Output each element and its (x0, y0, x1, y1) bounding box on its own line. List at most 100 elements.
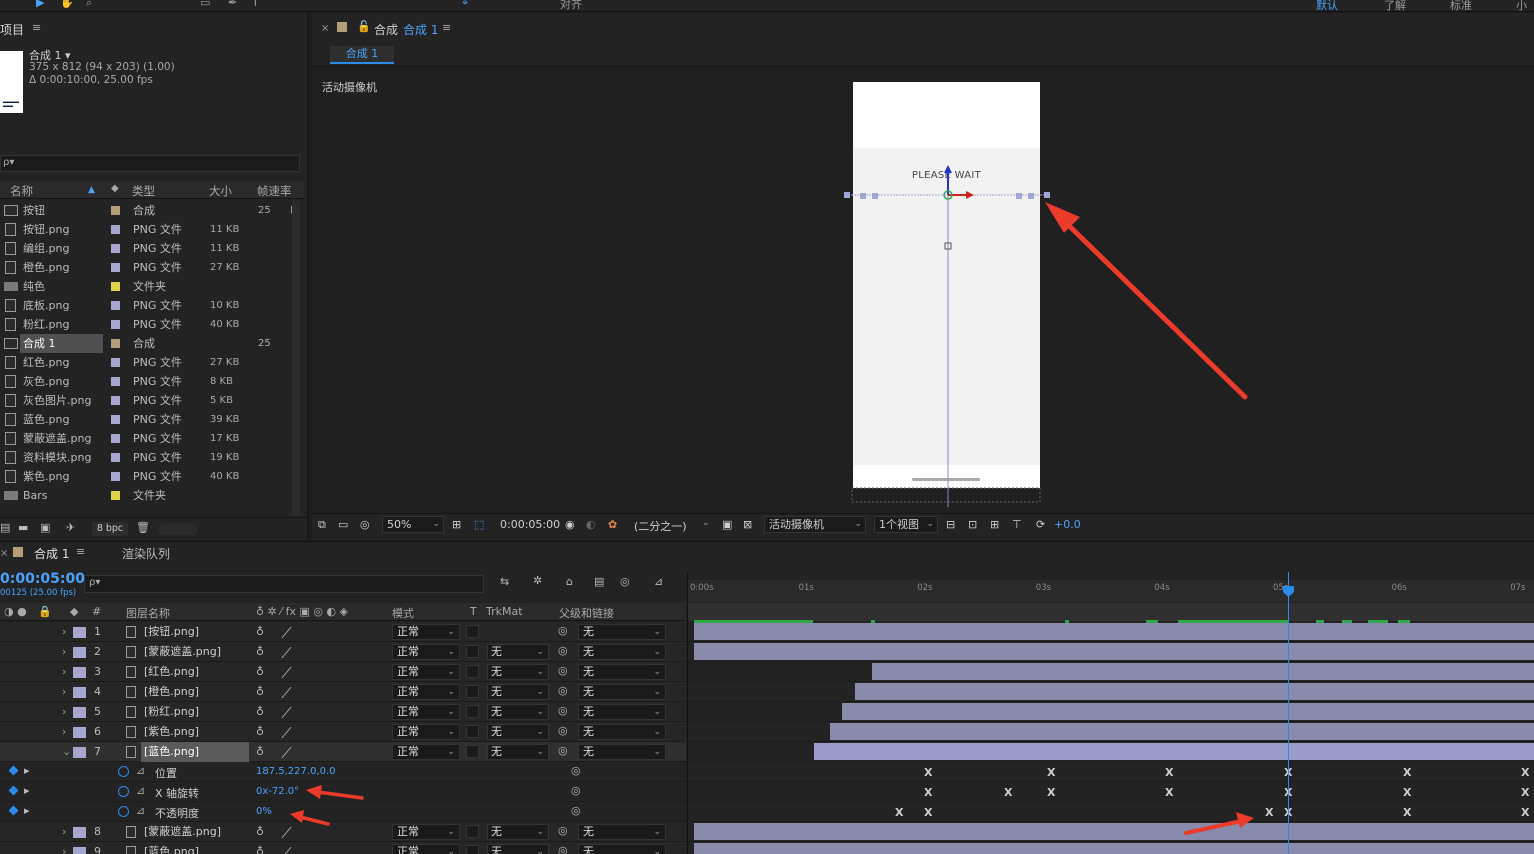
keyframe[interactable]: X (924, 766, 932, 779)
comp-viewer[interactable]: 活动摄像机 PLEASE WAIT (312, 67, 1534, 513)
layer-bar-fill[interactable] (842, 703, 1534, 720)
property-row[interactable]: ▸ ⊿ 位置 187.5,227.0,0.0 ◎ (0, 762, 686, 782)
parent-select[interactable]: 无 ⌄ (578, 724, 666, 740)
layer-duration-bar[interactable] (688, 662, 1534, 682)
shy-layers-icon[interactable]: ⌂ (566, 575, 573, 588)
property-keyframe-track[interactable]: XXXXXX (688, 762, 1534, 782)
workspace-small[interactable]: 小 (1516, 0, 1527, 11)
chevron-right-icon[interactable]: › (62, 645, 66, 658)
shy-switch-icon[interactable]: ♁ (256, 665, 264, 678)
preserve-transparency-checkbox[interactable] (466, 705, 479, 718)
label-color-swatch[interactable] (111, 358, 120, 367)
parent-select[interactable]: 无 ⌄ (578, 824, 666, 840)
workspace-standard[interactable]: 标准 (1450, 0, 1472, 11)
property-keyframe-track[interactable]: XXXXXXX (688, 782, 1534, 802)
layer-mode-select[interactable]: 正常 ⌄ (392, 624, 460, 640)
layer-mode-select[interactable]: 正常 ⌄ (392, 724, 460, 740)
shy-switch-icon[interactable]: ♁ (256, 705, 264, 718)
layer-row[interactable]: › 1 [按钮.png] ♁ 正常 ⌄ ◎ 无 ⌄ (0, 622, 686, 642)
label-tag-icon[interactable]: ◆ (111, 183, 119, 194)
layer-bar-fill[interactable] (871, 663, 1534, 680)
expression-pick-whip-icon[interactable]: ◎ (571, 764, 581, 777)
keyframe[interactable]: X (1521, 766, 1529, 779)
fast-preview-icon[interactable]: ⊡ (968, 518, 977, 531)
shy-switch-icon[interactable]: ♁ (256, 725, 264, 738)
property-row[interactable]: ▸ ⊿ 不透明度 0% ◎ (0, 802, 686, 822)
layer-row[interactable]: › 8 [蒙蔽遮盖.png] ♁ 正常 ⌄ 无 ⌄ ◎ 无 ⌄ (0, 822, 686, 842)
timeline-current-time[interactable]: 0:00:05:00 (0, 571, 85, 587)
interpret-footage-icon[interactable]: ▤ (0, 521, 10, 534)
text-tool-icon[interactable]: T (252, 0, 259, 9)
chevron-right-icon[interactable]: › (62, 665, 66, 678)
next-keyframe-icon[interactable]: ▸ (24, 764, 30, 777)
pick-whip-icon[interactable]: ◎ (558, 744, 568, 757)
quality-switch-icon[interactable] (281, 827, 302, 838)
pick-whip-icon[interactable]: ◎ (558, 824, 568, 837)
layer-row[interactable]: › 9 [蓝色.png] ♁ 正常 ⌄ 无 ⌄ ◎ 无 ⌄ (0, 842, 686, 854)
preserve-transparency-checkbox[interactable] (466, 745, 479, 758)
trkmat-select[interactable]: 无 ⌄ (487, 744, 549, 760)
panel-menu-icon[interactable]: ≡ (442, 21, 451, 34)
timeline-graph[interactable]: 0:00s 01s 02s 03s 04s 05s 06s 07s XXXXXXXXXXXXX… (687, 572, 1534, 854)
project-item[interactable]: 纯色 文件夹 (0, 277, 290, 296)
layer-label-color[interactable] (73, 667, 86, 678)
trkmat-select[interactable]: 无 ⌄ (487, 664, 549, 680)
render-icon[interactable]: ✈ (66, 521, 75, 534)
layer-row[interactable]: › 2 [蒙蔽遮盖.png] ♁ 正常 ⌄ 无 ⌄ ◎ 无 ⌄ (0, 642, 686, 662)
pen-tool-icon[interactable]: ✒ (228, 0, 237, 9)
layer-duration-bar[interactable] (688, 642, 1534, 662)
project-item[interactable]: 合成 1 合成 25 (0, 334, 290, 353)
graph-icon[interactable]: ⊿ (136, 764, 145, 777)
layer-label-color[interactable] (73, 707, 86, 718)
reset-exposure-icon[interactable]: ⟳ (1036, 518, 1045, 531)
project-item[interactable]: 按钮 合成 25 (0, 201, 290, 220)
layer-name[interactable]: [蓝色.png] (141, 742, 249, 762)
project-item[interactable]: Bars 文件夹 (0, 486, 290, 505)
layer-mode-select[interactable]: 正常 ⌄ (392, 684, 460, 700)
property-row[interactable]: ▸ ⊿ X 轴旋转 0x-72.0° ◎ (0, 782, 686, 802)
pick-whip-icon[interactable]: ◎ (558, 704, 568, 717)
chevron-right-icon[interactable]: › (62, 705, 66, 718)
preserve-transparency-checkbox[interactable] (466, 685, 479, 698)
exposure-value[interactable]: +0.0 (1054, 518, 1081, 531)
preserve-transparency-checkbox[interactable] (466, 645, 479, 658)
view-layout-select[interactable]: 1个视图 ⌄ (874, 516, 938, 533)
layer-duration-bar[interactable] (688, 842, 1534, 854)
layer-label-color[interactable] (73, 627, 86, 638)
keyframe[interactable]: X (1004, 786, 1012, 799)
chevron-down-icon[interactable]: ⌄ (62, 745, 71, 758)
layer-duration-bar[interactable] (688, 822, 1534, 842)
sort-ascending-icon[interactable]: ▲ (88, 185, 95, 195)
show-snapshot-icon[interactable]: ◐ (586, 518, 596, 531)
layer-bar-fill[interactable] (694, 643, 1534, 660)
label-color-swatch[interactable] (111, 491, 120, 500)
label-color-swatch[interactable] (111, 377, 120, 386)
parent-select[interactable]: 无 ⌄ (578, 664, 666, 680)
current-time-indicator[interactable] (1288, 572, 1289, 854)
trkmat-select[interactable]: 无 ⌄ (487, 684, 549, 700)
transparency-grid-icon[interactable]: ▣ (722, 518, 732, 531)
layer-bar-fill[interactable] (694, 823, 1534, 840)
property-keyframe-track[interactable]: XXXXXX (688, 802, 1534, 822)
chevron-right-icon[interactable]: › (62, 685, 66, 698)
layer-label-color[interactable] (73, 747, 86, 758)
keyframe-navigator-icon[interactable] (8, 805, 19, 816)
keyframe[interactable]: X (895, 806, 903, 819)
timeline-icon[interactable]: ⊞ (990, 518, 999, 531)
label-color-swatch[interactable] (111, 244, 120, 253)
layer-row[interactable]: › 6 [紫色.png] ♁ 正常 ⌄ 无 ⌄ ◎ 无 ⌄ (0, 722, 686, 742)
layer-name[interactable]: [蒙蔽遮盖.png] (141, 642, 249, 662)
graph-icon[interactable]: ⊿ (136, 804, 145, 817)
thumbnail-slider[interactable] (158, 523, 198, 535)
3d-view-icon[interactable]: ⊠ (743, 518, 752, 531)
layer-duration-bar[interactable] (688, 682, 1534, 702)
pick-whip-icon[interactable]: ◎ (558, 684, 568, 697)
flowchart-icon[interactable]: ⊤ (1012, 518, 1022, 531)
workspace-learn[interactable]: 了解 (1384, 0, 1406, 11)
layer-mode-select[interactable]: 正常 ⌄ (392, 844, 460, 854)
panel-menu-icon[interactable]: ≡ (76, 545, 85, 558)
timeline-search-input[interactable]: ρ▾ (84, 575, 484, 593)
comp-mini-flowchart-icon[interactable]: ⇆ (500, 575, 509, 588)
project-item[interactable]: 粉红.png PNG 文件 40 KB (0, 315, 290, 334)
pick-whip-icon[interactable]: ◎ (558, 624, 568, 637)
